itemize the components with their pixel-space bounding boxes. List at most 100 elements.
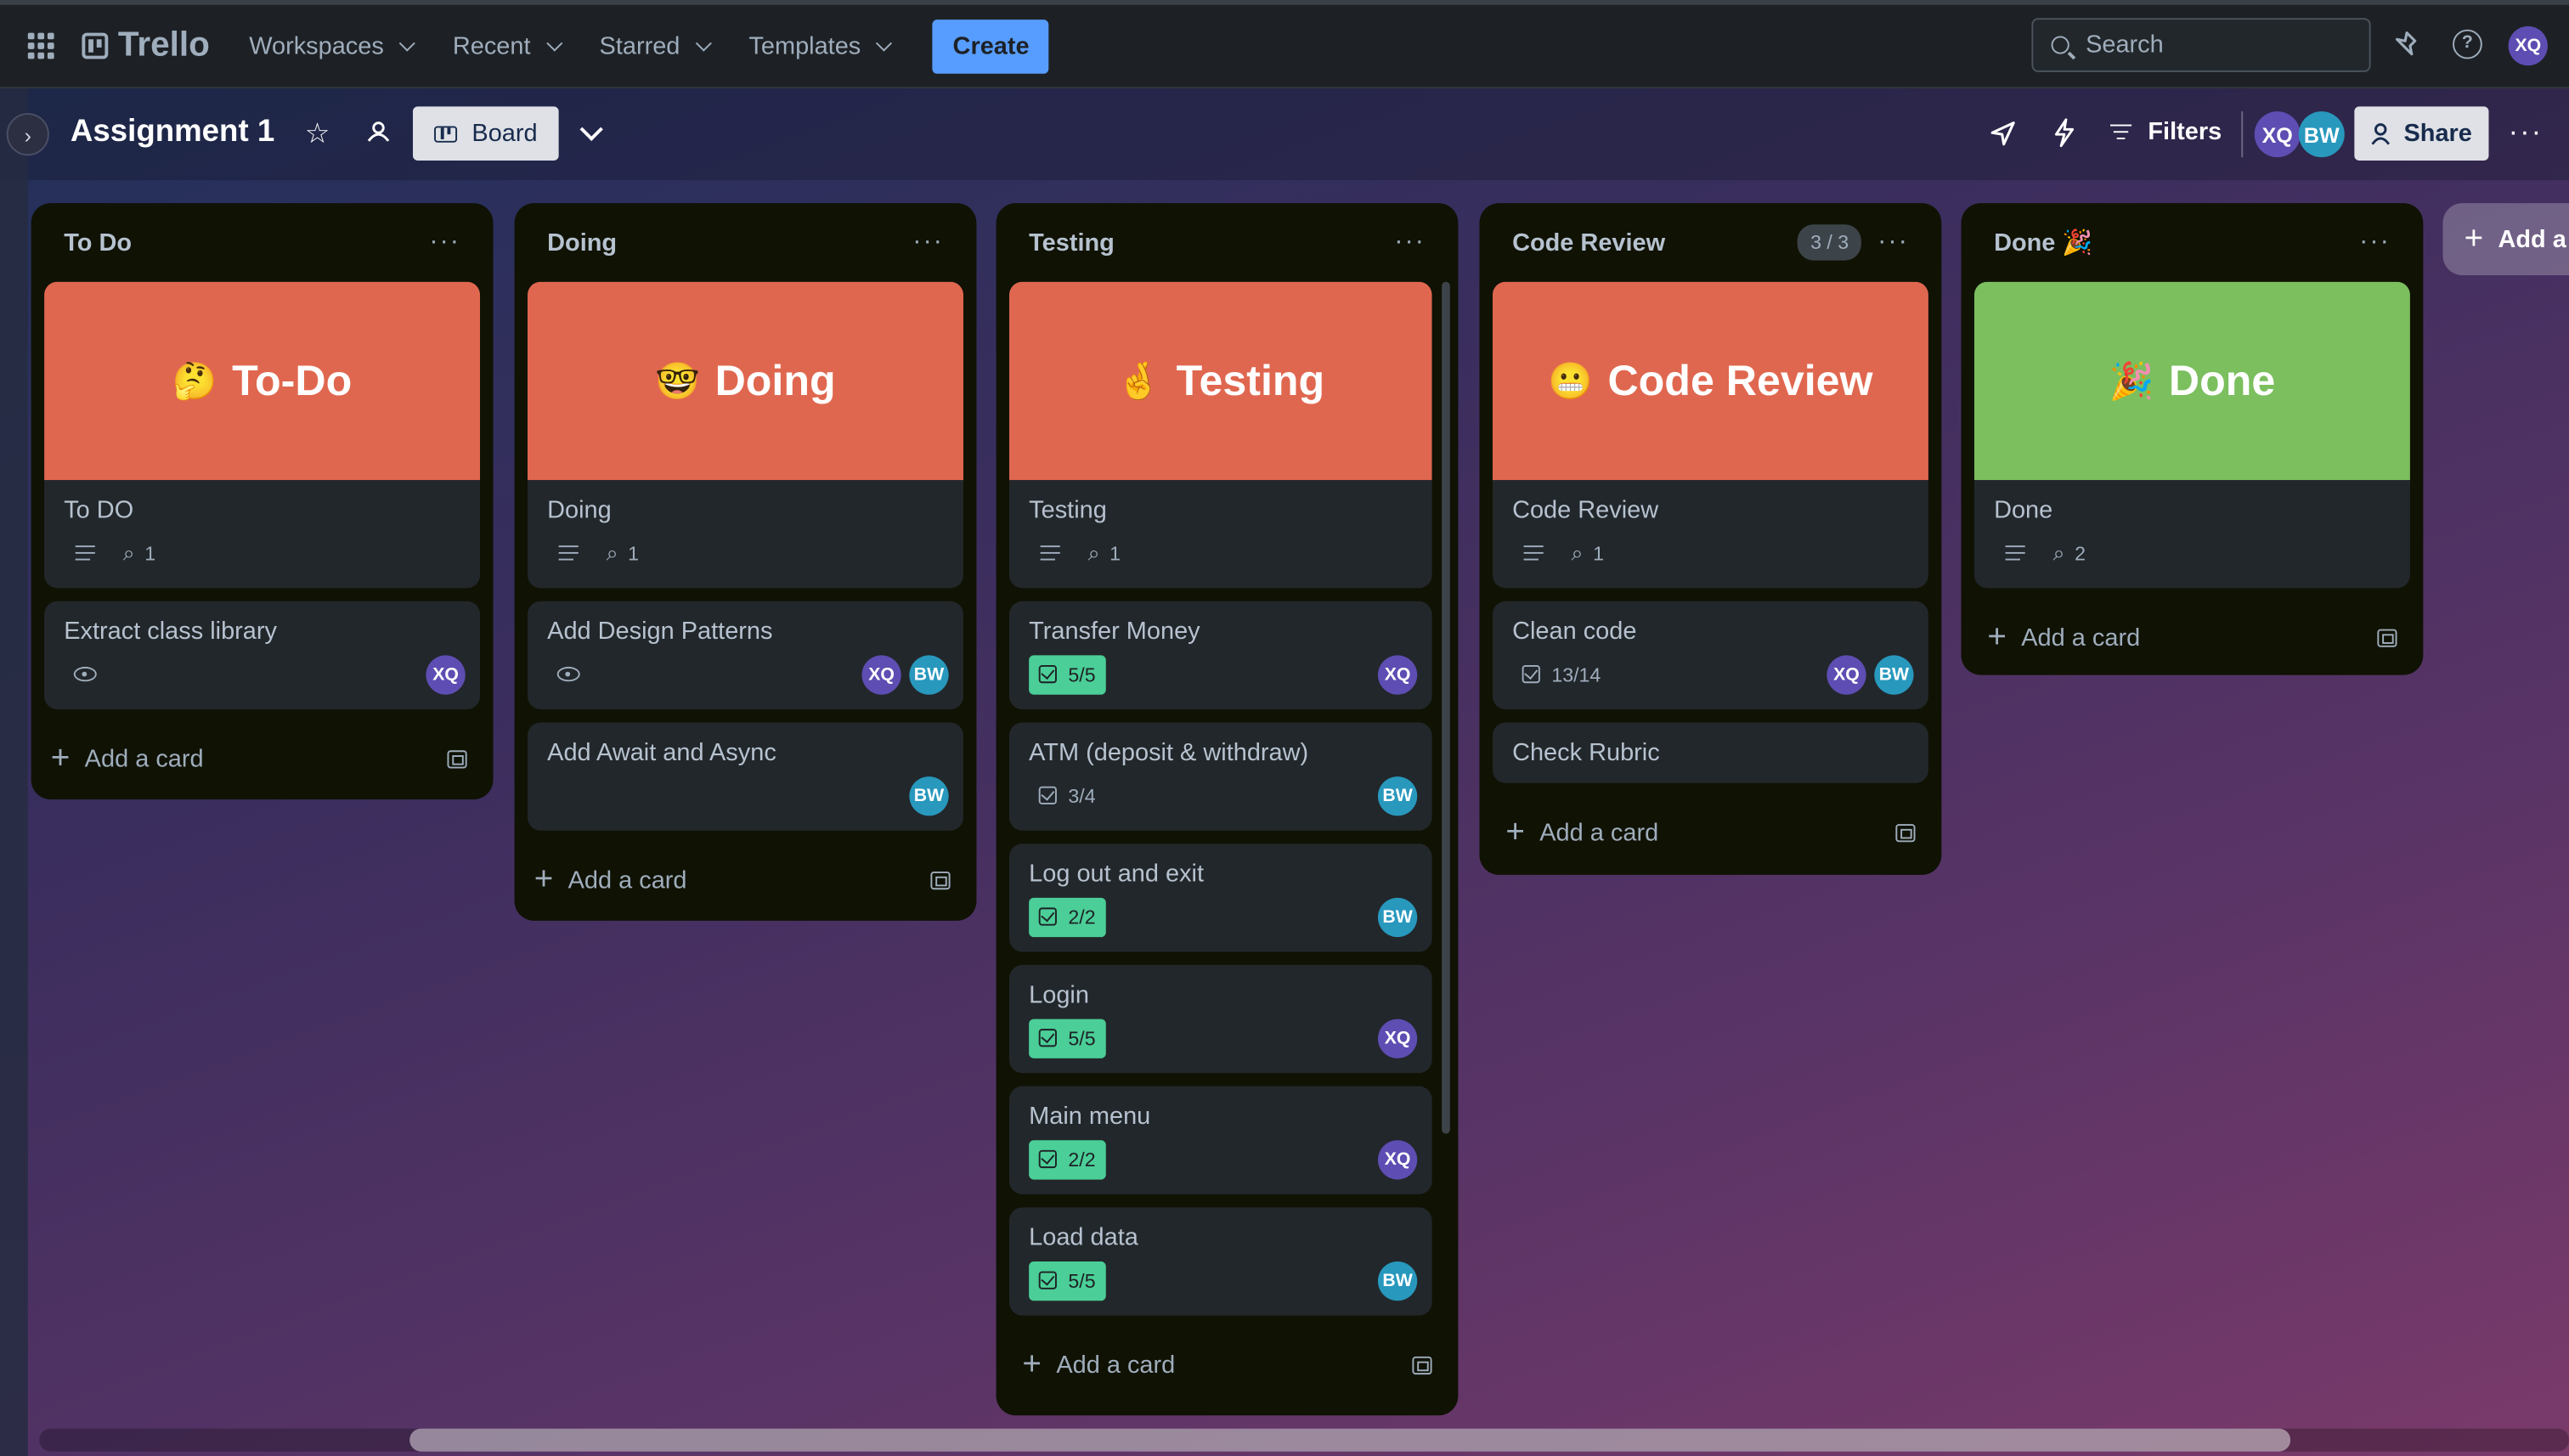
cover-emoji: 🎉 bbox=[2109, 359, 2154, 401]
card[interactable]: 🤔 To-Do To DO ⌕ 1 bbox=[44, 281, 481, 589]
list-menu-icon[interactable]: ··· bbox=[1394, 228, 1426, 257]
card-title: Check Rubric bbox=[1512, 738, 1660, 767]
cover-text: Done bbox=[2168, 355, 2276, 405]
create-button[interactable]: Create bbox=[933, 19, 1050, 73]
user-avatar[interactable]: XQ bbox=[2508, 25, 2548, 66]
member-avatar[interactable]: BW bbox=[1377, 897, 1418, 938]
checklist-icon bbox=[1038, 1271, 1057, 1290]
trello-logo[interactable]: Trello bbox=[82, 26, 210, 65]
share-button[interactable]: Share bbox=[2354, 106, 2489, 161]
member-avatar[interactable]: BW bbox=[1377, 1261, 1418, 1301]
list-title[interactable]: Code Review bbox=[1512, 229, 1665, 257]
add-card-button[interactable]: + Add a card bbox=[515, 844, 977, 916]
member-avatar[interactable]: XQ bbox=[1377, 1019, 1418, 1058]
list-header[interactable]: Doing ··· bbox=[515, 203, 977, 282]
list-header[interactable]: Testing ··· bbox=[997, 203, 1459, 282]
card-badges: ⌕ 1 bbox=[528, 524, 963, 583]
board-menu-icon[interactable]: ··· bbox=[2509, 115, 2543, 149]
help-icon[interactable]: ? bbox=[2453, 29, 2482, 59]
chevron-down-icon bbox=[399, 34, 416, 51]
list-title[interactable]: Testing bbox=[1029, 229, 1115, 257]
nav-templates[interactable]: Templates bbox=[748, 32, 893, 59]
card[interactable]: Log out and exit 2/2 BW bbox=[1008, 844, 1432, 952]
card[interactable]: 🤞 Testing Testing ⌕ 1 bbox=[1008, 281, 1432, 589]
add-card-button[interactable]: + Add a card bbox=[31, 722, 494, 794]
member-avatar[interactable]: BW bbox=[909, 776, 949, 816]
card[interactable]: 😬 Code Review Code Review ⌕ 1 bbox=[1492, 281, 1928, 589]
board-view-label: Board bbox=[471, 119, 538, 148]
nav-starred-label: Starred bbox=[599, 31, 680, 60]
list-title[interactable]: Done 🎉 bbox=[1994, 228, 2092, 257]
member-avatar[interactable]: BW bbox=[909, 655, 949, 695]
plus-icon: + bbox=[1987, 618, 2007, 656]
member-avatar[interactable]: XQ bbox=[2254, 111, 2301, 158]
member-avatar[interactable]: BW bbox=[1377, 776, 1418, 816]
add-card-button[interactable]: + Add a card bbox=[997, 1329, 1459, 1401]
card[interactable]: 🎉 Done Done ⌕ 2 bbox=[1973, 281, 2410, 589]
description-icon bbox=[2005, 545, 2025, 562]
add-card-button[interactable]: + Add a card bbox=[1479, 796, 1941, 868]
list-menu-icon[interactable]: ··· bbox=[429, 228, 460, 257]
checklist-count: 3/4 bbox=[1068, 783, 1096, 807]
list-header[interactable]: Done 🎉 ··· bbox=[1961, 203, 2423, 282]
list-menu-icon[interactable]: ··· bbox=[912, 228, 944, 257]
star-icon[interactable]: ☆ bbox=[305, 118, 330, 151]
card-members: BW bbox=[909, 776, 949, 816]
automation-icon[interactable] bbox=[2052, 118, 2075, 155]
add-card-button[interactable]: + Add a card bbox=[1961, 601, 2423, 674]
filters-button[interactable]: Filters bbox=[2109, 118, 2222, 146]
notifications-icon[interactable] bbox=[2392, 30, 2422, 59]
member-avatar[interactable]: XQ bbox=[1377, 1140, 1418, 1180]
card[interactable]: 🤓 Doing Doing ⌕ 1 bbox=[527, 281, 963, 589]
list-scrollbar[interactable] bbox=[1442, 281, 1450, 1134]
visibility-icon[interactable] bbox=[365, 118, 392, 152]
create-from-template-icon[interactable] bbox=[1895, 823, 1916, 842]
nav-recent-label: Recent bbox=[452, 31, 531, 60]
nav-starred[interactable]: Starred bbox=[599, 31, 712, 60]
member-avatar[interactable]: XQ bbox=[1377, 655, 1418, 695]
plus-icon: + bbox=[534, 861, 554, 898]
chevron-down-icon bbox=[695, 34, 712, 51]
member-avatar[interactable]: BW bbox=[1874, 655, 1914, 695]
attachment-count: 1 bbox=[628, 541, 640, 565]
card[interactable]: Main menu 2/2 XQ bbox=[1008, 1086, 1432, 1194]
create-from-template-icon[interactable] bbox=[2377, 628, 2397, 646]
power-ups-icon[interactable] bbox=[1989, 120, 2017, 155]
add-list-button[interactable]: + Add a bbox=[2442, 203, 2569, 275]
horizontal-scrollbar-thumb[interactable] bbox=[409, 1428, 2291, 1452]
list-title[interactable]: Doing bbox=[547, 229, 617, 257]
checklist-badge: 5/5 bbox=[1029, 1018, 1106, 1058]
card[interactable]: Extract class library XQ bbox=[44, 601, 481, 710]
create-from-template-icon[interactable] bbox=[447, 749, 467, 768]
card[interactable]: Add Await and Async BW bbox=[527, 722, 963, 831]
create-from-template-icon[interactable] bbox=[930, 871, 951, 889]
card[interactable]: Clean code 13/14 XQ BW bbox=[1492, 601, 1928, 710]
nav-recent[interactable]: Recent bbox=[452, 31, 563, 60]
card[interactable]: Add Design Patterns XQ BW bbox=[527, 601, 963, 710]
list-header[interactable]: To Do ··· bbox=[31, 203, 494, 282]
expand-sidebar-icon[interactable]: › bbox=[6, 113, 49, 156]
card[interactable]: Check Rubric bbox=[1492, 722, 1928, 783]
member-avatar[interactable]: BW bbox=[2298, 111, 2345, 158]
member-avatar[interactable]: XQ bbox=[1827, 655, 1866, 695]
board-title[interactable]: Assignment 1 bbox=[71, 115, 274, 150]
member-avatar[interactable]: XQ bbox=[426, 655, 466, 695]
list-title[interactable]: To Do bbox=[64, 229, 132, 257]
list-doing: Doing ··· 🤓 Doing Doing ⌕ 1 Add Design P… bbox=[514, 203, 977, 921]
watch-icon bbox=[556, 666, 580, 682]
card[interactable]: Transfer Money 5/5 XQ bbox=[1008, 601, 1432, 710]
trello-app: Trello Workspaces Recent Starred Templat… bbox=[0, 0, 2569, 1456]
member-avatar[interactable]: XQ bbox=[861, 655, 901, 695]
app-switcher-icon[interactable] bbox=[27, 32, 54, 59]
list-menu-icon[interactable]: ··· bbox=[1877, 228, 1909, 257]
card[interactable]: Login 5/5 XQ bbox=[1008, 964, 1432, 1074]
attachment-icon: ⌕ bbox=[1571, 539, 1584, 565]
card[interactable]: Load data 5/5 BW bbox=[1008, 1207, 1432, 1316]
create-from-template-icon[interactable] bbox=[1412, 1355, 1432, 1374]
nav-workspaces[interactable]: Workspaces bbox=[249, 32, 416, 59]
list-menu-icon[interactable]: ··· bbox=[2359, 228, 2391, 257]
list-header[interactable]: Code Review ··· bbox=[1479, 203, 1941, 282]
search-input[interactable]: Search bbox=[2031, 18, 2371, 72]
card[interactable]: ATM (deposit & withdraw) 3/4 BW bbox=[1008, 722, 1432, 831]
board-view-button[interactable]: Board bbox=[412, 106, 559, 161]
